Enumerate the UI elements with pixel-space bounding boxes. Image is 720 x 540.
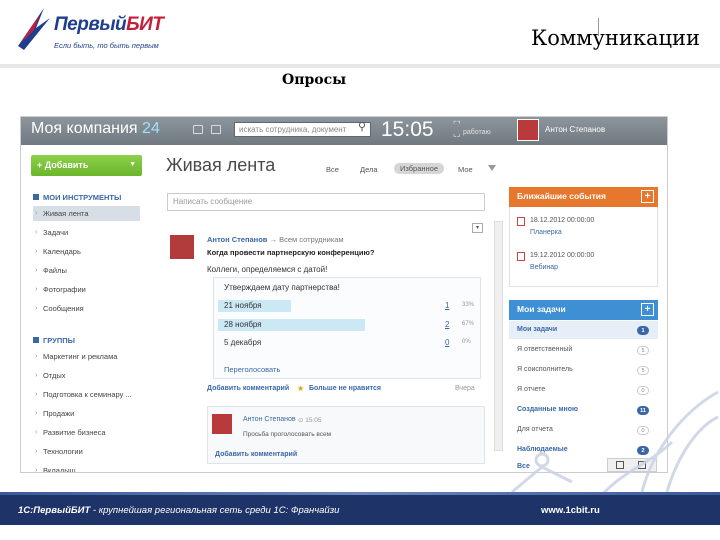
post-recipient[interactable]: → Всем сотрудникам (270, 235, 344, 244)
company-logo: ПервыйБИТ Если быть, то быть первым (14, 6, 174, 54)
poll-option-votes[interactable]: 2 (445, 320, 449, 329)
sidebar-group-item[interactable]: Отдых (33, 368, 140, 383)
event-date: 18.12.2012 00:00:00 (530, 217, 595, 224)
poll-option[interactable]: 28 ноября 2 67% (218, 319, 474, 331)
poll-option-percent: 0% (462, 339, 471, 345)
comment-author[interactable]: Антон Степанов (243, 416, 296, 423)
sidebar-item-messages[interactable]: Сообщения (33, 301, 140, 316)
poll: Утверждаем дату партнерства! 21 ноября 1… (213, 277, 481, 379)
footer-text: 1С:ПервыйБИТ - крупнейшая региональная с… (18, 505, 340, 516)
poll-option-label: 21 ноября (224, 301, 262, 310)
sidebar-group-item[interactable]: Технологии (33, 444, 140, 459)
poll-option[interactable]: 21 ноября 1 33% (218, 300, 474, 312)
tab-favorites[interactable]: Избранное (394, 163, 445, 174)
tab-deals[interactable]: Дела (360, 165, 378, 174)
like-link[interactable]: Больше не нравится (309, 385, 381, 392)
search-icon[interactable]: ⚲ (358, 120, 366, 133)
app-topbar: Моя компания 24 искать сотрудника, докум… (21, 117, 667, 145)
event-date: 19.12.2012 00:00:00 (530, 252, 595, 259)
tab-all[interactable]: Все (326, 165, 339, 174)
clock-icon[interactable]: ⌜⌝ ⌞⌟ (453, 120, 461, 138)
poll-option-percent: 67% (462, 321, 475, 327)
avatar[interactable] (212, 414, 232, 434)
chat-icon[interactable] (193, 125, 203, 134)
comment-time: ⊙ 15:05 (298, 417, 322, 424)
poll-option[interactable]: 5 декабря 0 0% (218, 337, 471, 349)
poll-option-label: 5 декабря (224, 338, 262, 347)
comment-text: Просьба проголосовать всем (243, 431, 332, 438)
slide-footer: 1С:ПервыйБИТ - крупнейшая региональная с… (0, 492, 720, 525)
task-filter[interactable]: Мои задачи 1 (517, 326, 653, 335)
logo-tagline: Если быть, то быть первым (54, 41, 159, 50)
footer-stripe (0, 492, 720, 495)
logo-swoosh-icon (18, 8, 50, 50)
sidebar-item-files[interactable]: Файлы (33, 263, 140, 278)
mail-icon[interactable] (211, 125, 221, 134)
calendar-icon (517, 252, 525, 261)
poll-question: Утверждаем дату партнерства! (224, 283, 340, 292)
sidebar-item-photos[interactable]: Фотографии (33, 282, 140, 297)
event-name[interactable]: Вебинар (530, 264, 558, 271)
sidebar-group-item[interactable]: Подготовка к семинару ... (33, 387, 140, 402)
sidebar-group-item[interactable]: Маркетинг и реклама (33, 349, 140, 364)
avatar[interactable] (517, 119, 539, 141)
avatar[interactable] (170, 235, 194, 259)
post-time: Вчера (455, 385, 475, 392)
comment: Антон Степанов ⊙ 15:05 Просьба проголосо… (207, 406, 485, 464)
poll-option-votes[interactable]: 0 (445, 338, 449, 347)
add-comment-link[interactable]: Добавить комментарий (207, 385, 289, 392)
feed-title: Живая лента (166, 155, 276, 175)
collapse-icon[interactable]: ▾ (472, 223, 483, 233)
footer-bottom-strip (0, 525, 720, 540)
footer-url[interactable]: www.1cbit.ru (541, 505, 600, 516)
groups-icon (33, 337, 39, 343)
status-label[interactable]: работаю (463, 129, 491, 136)
event-name[interactable]: Планерка (530, 229, 562, 236)
post-text: Коллеги, определяемся с датой! (207, 265, 328, 274)
post-title: Когда провести партнерскую конференцию? (207, 248, 375, 257)
company-count: 24 (142, 120, 160, 137)
current-user-name[interactable]: Антон Степанов (545, 125, 605, 134)
section-groups[interactable]: Группы (33, 336, 75, 345)
search-input[interactable]: искать сотрудника, документ (234, 122, 371, 137)
add-button[interactable]: + Добавить ▼ (31, 155, 142, 176)
calendar-icon (517, 217, 525, 226)
logo-brand: ПервыйБИТ (54, 14, 164, 35)
add-event-button[interactable]: + (641, 190, 654, 203)
revote-link[interactable]: Переголосовать (224, 365, 280, 374)
slide-subtitle: Опросы (282, 72, 347, 88)
header-rule (0, 64, 720, 68)
slide-title: Коммуникации (530, 26, 700, 50)
chevron-down-icon: ▼ (129, 161, 136, 168)
events-list: 18.12.2012 00:00:00 Планерка 19.12.2012 … (509, 207, 658, 287)
tasks-header[interactable]: Мои задачи + (509, 300, 658, 320)
decorative-figure (511, 390, 719, 495)
section-my-tools[interactable]: Мои инструменты (33, 193, 121, 202)
add-comment-link[interactable]: Добавить комментарий (215, 451, 297, 458)
sidebar-group-item[interactable]: Вкладыш (33, 463, 140, 472)
events-header[interactable]: Ближайшие события + (509, 187, 658, 207)
task-count-badge: 1 (637, 326, 649, 335)
sidebar-group-item[interactable]: Развитие бизнеса (33, 425, 140, 440)
tab-mine[interactable]: Мое (458, 165, 473, 174)
sidebar-item-live-feed[interactable]: Живая лента (33, 206, 140, 221)
sidebar-item-tasks[interactable]: Задачи (33, 225, 140, 240)
post-author[interactable]: Антон Степанов → Всем сотрудникам (207, 235, 344, 244)
clock[interactable]: 15:05 (381, 118, 434, 142)
poll-option-percent: 33% (462, 302, 475, 308)
poll-option-label: 28 ноября (224, 320, 262, 329)
poll-option-votes[interactable]: 1 (445, 301, 449, 310)
star-icon[interactable]: ★ (297, 384, 304, 393)
bookmark-icon (33, 194, 39, 200)
add-task-button[interactable]: + (641, 303, 654, 316)
message-input[interactable]: Написать сообщение (167, 193, 485, 211)
sidebar-group-item[interactable]: Продажи (33, 406, 140, 421)
company-title[interactable]: Моя компания 24 (31, 120, 160, 138)
filter-icon[interactable] (488, 165, 496, 171)
sidebar-item-calendar[interactable]: Календарь (33, 244, 140, 259)
task-filter[interactable]: Я ответственный 5 (517, 346, 653, 355)
task-count-badge: 5 (637, 346, 649, 355)
